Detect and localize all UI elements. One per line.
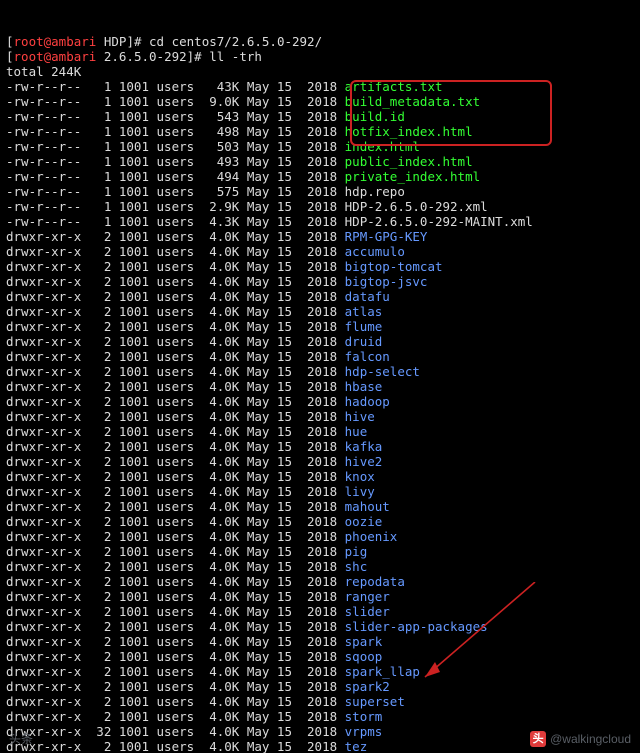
file-name: slider — [345, 604, 390, 619]
list-row: drwxr-xr-x 2 1001 users 4.0K May 15 2018… — [6, 529, 397, 544]
list-row: drwxr-xr-x 2 1001 users 4.0K May 15 2018… — [6, 589, 390, 604]
list-row: -rw-r--r-- 1 1001 users 543 May 15 2018 … — [6, 109, 405, 124]
file-name: hdp-select — [345, 364, 420, 379]
watermark-handle: @walkingcloud — [550, 732, 631, 747]
file-name: artifacts.txt — [345, 79, 443, 94]
file-name: hdp.repo — [345, 184, 405, 199]
list-row: -rw-r--r-- 1 1001 users 503 May 15 2018 … — [6, 139, 420, 154]
list-row: drwxr-xr-x 2 1001 users 4.0K May 15 2018… — [6, 274, 427, 289]
file-name: phoenix — [345, 529, 398, 544]
list-row: -rw-r--r-- 1 1001 users 575 May 15 2018 … — [6, 184, 405, 199]
list-row: drwxr-xr-x 2 1001 users 4.0K May 15 2018… — [6, 469, 375, 484]
total-line: total 244K — [6, 64, 81, 79]
list-row: -rw-r--r-- 1 1001 users 494 May 15 2018 … — [6, 169, 480, 184]
list-row: drwxr-xr-x 2 1001 users 4.0K May 15 2018… — [6, 319, 382, 334]
file-name: hbase — [345, 379, 383, 394]
watermark-bar: 头条 头 @walkingcloud — [3, 728, 637, 750]
list-row: drwxr-xr-x 2 1001 users 4.0K May 15 2018… — [6, 679, 390, 694]
file-name: sqoop — [345, 649, 383, 664]
list-row: -rw-r--r-- 1 1001 users 9.0K May 15 2018… — [6, 94, 480, 109]
file-name: index.html — [345, 139, 420, 154]
file-name: pig — [345, 544, 368, 559]
file-name: public_index.html — [345, 154, 473, 169]
terminal[interactable]: [root@ambari HDP]# cd centos7/2.6.5.0-29… — [0, 0, 640, 753]
file-name: kafka — [345, 439, 383, 454]
file-name: storm — [345, 709, 383, 724]
file-name: hive2 — [345, 454, 383, 469]
list-row: drwxr-xr-x 2 1001 users 4.0K May 15 2018… — [6, 364, 420, 379]
watermark-left: 头条 — [9, 732, 33, 747]
list-row: -rw-r--r-- 1 1001 users 43K May 15 2018 … — [6, 79, 443, 94]
file-name: spark_llap — [345, 664, 420, 679]
file-name: falcon — [345, 349, 390, 364]
list-row: drwxr-xr-x 2 1001 users 4.0K May 15 2018… — [6, 409, 375, 424]
file-name: druid — [345, 334, 383, 349]
watermark-logo-icon: 头 — [530, 731, 546, 747]
file-name: hotfix_index.html — [345, 124, 473, 139]
prompt-line-2: [root@ambari 2.6.5.0-292]# ll -trh — [6, 49, 262, 64]
file-name: accumulo — [345, 244, 405, 259]
list-row: drwxr-xr-x 2 1001 users 4.0K May 15 2018… — [6, 604, 390, 619]
file-name: livy — [345, 484, 375, 499]
file-name: knox — [345, 469, 375, 484]
list-row: drwxr-xr-x 2 1001 users 4.0K May 15 2018… — [6, 559, 367, 574]
list-row: drwxr-xr-x 2 1001 users 4.0K May 15 2018… — [6, 439, 382, 454]
list-row: drwxr-xr-x 2 1001 users 4.0K May 15 2018… — [6, 349, 390, 364]
file-name: repodata — [345, 574, 405, 589]
list-row: drwxr-xr-x 2 1001 users 4.0K May 15 2018… — [6, 514, 382, 529]
list-row: -rw-r--r-- 1 1001 users 493 May 15 2018 … — [6, 154, 473, 169]
list-row: drwxr-xr-x 2 1001 users 4.0K May 15 2018… — [6, 634, 382, 649]
list-row: -rw-r--r-- 1 1001 users 4.3K May 15 2018… — [6, 214, 533, 229]
list-row: drwxr-xr-x 2 1001 users 4.0K May 15 2018… — [6, 499, 390, 514]
file-name: bigtop-tomcat — [345, 259, 443, 274]
file-name: oozie — [345, 514, 383, 529]
file-name: shc — [345, 559, 368, 574]
file-name: ranger — [345, 589, 390, 604]
file-name: superset — [345, 694, 405, 709]
list-row: drwxr-xr-x 2 1001 users 4.0K May 15 2018… — [6, 379, 382, 394]
list-row: -rw-r--r-- 1 1001 users 2.9K May 15 2018… — [6, 199, 488, 214]
list-row: drwxr-xr-x 2 1001 users 4.0K May 15 2018… — [6, 244, 405, 259]
file-name: build_metadata.txt — [345, 94, 480, 109]
list-row: drwxr-xr-x 2 1001 users 4.0K May 15 2018… — [6, 259, 443, 274]
list-row: drwxr-xr-x 2 1001 users 4.0K May 15 2018… — [6, 454, 382, 469]
list-row: drwxr-xr-x 2 1001 users 4.0K May 15 2018… — [6, 334, 382, 349]
file-name: private_index.html — [345, 169, 480, 184]
file-name: RPM-GPG-KEY — [345, 229, 428, 244]
list-row: drwxr-xr-x 2 1001 users 4.0K May 15 2018… — [6, 574, 405, 589]
file-name: datafu — [345, 289, 390, 304]
file-listing: -rw-r--r-- 1 1001 users 43K May 15 2018 … — [6, 79, 634, 753]
file-name: hive — [345, 409, 375, 424]
file-name: spark — [345, 634, 383, 649]
list-row: drwxr-xr-x 2 1001 users 4.0K May 15 2018… — [6, 694, 405, 709]
list-row: drwxr-xr-x 2 1001 users 4.0K May 15 2018… — [6, 709, 382, 724]
list-row: drwxr-xr-x 2 1001 users 4.0K May 15 2018… — [6, 664, 420, 679]
list-row: -rw-r--r-- 1 1001 users 498 May 15 2018 … — [6, 124, 473, 139]
list-row: drwxr-xr-x 2 1001 users 4.0K May 15 2018… — [6, 229, 427, 244]
file-name: flume — [345, 319, 383, 334]
file-name: spark2 — [345, 679, 390, 694]
file-name: slider-app-packages — [345, 619, 488, 634]
file-name: hadoop — [345, 394, 390, 409]
prompt-line-1: [root@ambari HDP]# cd centos7/2.6.5.0-29… — [6, 34, 322, 49]
list-row: drwxr-xr-x 2 1001 users 4.0K May 15 2018… — [6, 544, 367, 559]
watermark-right: 头 @walkingcloud — [530, 731, 631, 747]
file-name: bigtop-jsvc — [345, 274, 428, 289]
file-name: build.id — [345, 109, 405, 124]
file-name: HDP-2.6.5.0-292-MAINT.xml — [345, 214, 533, 229]
list-row: drwxr-xr-x 2 1001 users 4.0K May 15 2018… — [6, 424, 367, 439]
file-name: mahout — [345, 499, 390, 514]
list-row: drwxr-xr-x 2 1001 users 4.0K May 15 2018… — [6, 649, 382, 664]
file-name: atlas — [345, 304, 383, 319]
list-row: drwxr-xr-x 2 1001 users 4.0K May 15 2018… — [6, 484, 375, 499]
list-row: drwxr-xr-x 2 1001 users 4.0K May 15 2018… — [6, 619, 488, 634]
file-name: HDP-2.6.5.0-292.xml — [345, 199, 488, 214]
file-name: hue — [345, 424, 368, 439]
list-row: drwxr-xr-x 2 1001 users 4.0K May 15 2018… — [6, 394, 390, 409]
list-row: drwxr-xr-x 2 1001 users 4.0K May 15 2018… — [6, 289, 390, 304]
list-row: drwxr-xr-x 2 1001 users 4.0K May 15 2018… — [6, 304, 382, 319]
